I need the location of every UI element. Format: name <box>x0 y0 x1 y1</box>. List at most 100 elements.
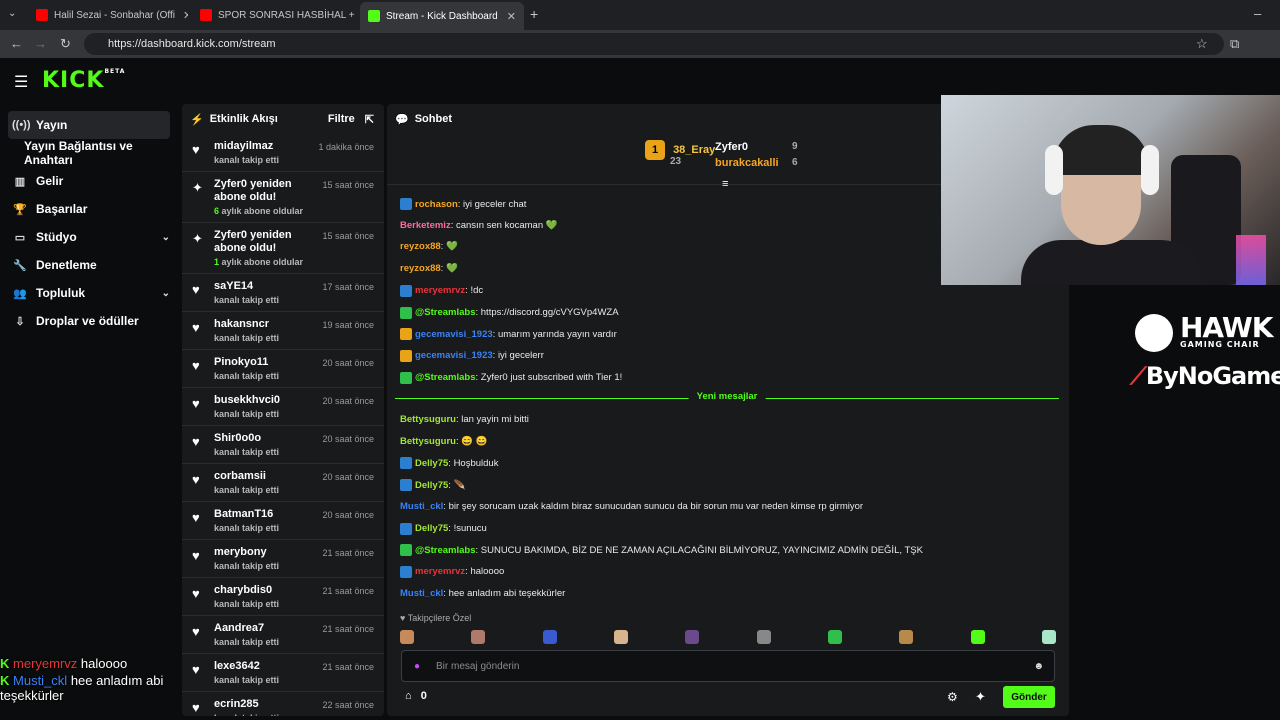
chat-message-input[interactable]: ● Bir mesaj gönderin ☻ <box>401 650 1055 682</box>
chat-message[interactable]: Delly75: !sunucu <box>400 522 487 535</box>
activity-item[interactable]: ✦ Zyfer0 yeniden abone oldu! 1 aylık abo… <box>182 223 384 274</box>
sidebar-item-gelir[interactable]: ▥ Gelir <box>8 167 170 195</box>
hamburger-menu-icon[interactable]: ☰ <box>14 72 28 92</box>
collapse-icon[interactable]: ≡ <box>722 178 728 190</box>
sidebar-item-basarilar[interactable]: 🏆 Başarılar <box>8 195 170 223</box>
activity-item[interactable]: ♥ charybdis0 kanalı takip etti 21 saat ö… <box>182 578 384 616</box>
chat-username[interactable]: meryemrvz <box>415 566 465 577</box>
activity-item[interactable]: ♥ midayilmaz kanalı takip etti 1 dakika … <box>182 134 384 172</box>
chat-message[interactable]: meryemrvz: !dc <box>400 284 483 297</box>
new-tab-icon[interactable]: + <box>530 6 538 22</box>
activity-item[interactable]: ♥ Aandrea7 kanalı takip etti 21 saat önc… <box>182 616 384 654</box>
chat-username[interactable]: Musti_ckl <box>400 501 443 512</box>
chat-username[interactable]: gecemavisi_1923 <box>415 350 493 361</box>
activity-item-name: ecrin285 <box>214 698 259 710</box>
activity-item[interactable]: ♥ saYE14 kanalı takip etti 17 saat önce <box>182 274 384 312</box>
activity-item[interactable]: ♥ Shir0o0o kanalı takip etti 20 saat önc… <box>182 426 384 464</box>
activity-item-time: 21 saat önce <box>322 548 374 558</box>
chat-message[interactable]: Delly75: 🪶 <box>400 479 465 492</box>
emote-icon[interactable] <box>899 630 914 644</box>
emoji-icon[interactable]: ☻ <box>1033 661 1044 672</box>
sidebar-item-topluluk[interactable]: 👥 Topluluk ⌄ <box>8 279 170 307</box>
activity-item[interactable]: ♥ lexe3642 kanalı takip etti 21 saat önc… <box>182 654 384 692</box>
chat-username[interactable]: Bettysuguru <box>400 436 456 447</box>
chat-message[interactable]: rochason: iyi geceler chat <box>400 198 526 210</box>
reload-icon[interactable]: ↻ <box>60 36 71 52</box>
sidebar-item-denetleme[interactable]: 🔧 Denetleme <box>8 251 170 279</box>
chat-message[interactable]: Musti_ckl: hee anladım abi teşekkürler <box>400 588 565 599</box>
emote-icon[interactable] <box>471 630 486 644</box>
chat-message[interactable]: @Streamlabs: Zyfer0 just subscribed with… <box>400 371 622 384</box>
chat-message[interactable]: Bettysuguru: lan yayin mi bitti <box>400 414 529 425</box>
close-icon[interactable]: ✕ <box>499 10 516 23</box>
emote-icon[interactable] <box>400 630 414 644</box>
sidebar-item-stream-key[interactable]: Yayın Bağlantısı ve Anahtarı <box>8 139 170 167</box>
chat-username[interactable]: @Streamlabs <box>415 372 475 383</box>
emote-icon[interactable] <box>1041 630 1056 644</box>
chat-message[interactable]: reyzox88: 💚 <box>400 263 458 274</box>
emote-icon[interactable] <box>756 630 771 644</box>
chat-username[interactable]: Musti_ckl <box>400 588 443 599</box>
chat-username[interactable]: reyzox88 <box>400 263 441 274</box>
chat-message[interactable]: gecemavisi_1923: umarım yarında yayın va… <box>400 328 617 341</box>
emote-icon[interactable] <box>542 630 557 644</box>
activity-item[interactable]: ♥ merybony kanalı takip etti 21 saat önc… <box>182 540 384 578</box>
chat-message[interactable]: Bettysuguru: 😄 😄 <box>400 436 488 447</box>
activity-item[interactable]: ♥ corbamsii kanalı takip etti 20 saat ön… <box>182 464 384 502</box>
activity-item[interactable]: ♥ Pinokyo11 kanalı takip etti 20 saat ön… <box>182 350 384 388</box>
chat-message[interactable]: @Streamlabs: SUNUCU BAKIMDA, BİZ DE NE Z… <box>400 544 923 557</box>
extensions-icon[interactable]: ⧉ <box>1230 36 1239 52</box>
send-button[interactable]: Gönder <box>1003 686 1055 708</box>
chat-username[interactable]: @Streamlabs <box>415 545 475 556</box>
url-input[interactable]: https://dashboard.kick.com/stream <box>84 33 1224 55</box>
kick-logo[interactable]: KICKBETA <box>42 68 125 93</box>
back-icon[interactable]: ← <box>10 36 23 51</box>
activity-item-time: 21 saat önce <box>322 586 374 596</box>
popout-icon[interactable]: ⇱ <box>365 113 374 126</box>
chat-message[interactable]: reyzox88: 💚 <box>400 241 458 252</box>
bookmark-star-icon[interactable]: ☆ <box>1196 36 1208 52</box>
close-icon[interactable]: ✕ <box>175 9 188 22</box>
settings-gear-icon[interactable]: ⚙ <box>947 690 958 704</box>
chat-message[interactable]: @Streamlabs: https://discord.gg/cVYGVp4W… <box>400 306 619 319</box>
minimize-icon[interactable]: – <box>1254 6 1261 21</box>
chat-username[interactable]: Bettysuguru <box>400 414 456 425</box>
forward-icon[interactable]: → <box>34 36 47 51</box>
chat-username[interactable]: Delly75 <box>415 480 448 491</box>
points-display[interactable]: ⌂ 0 <box>405 690 427 702</box>
tab-3[interactable]: Stream - Kick Dashboard ✕ <box>360 2 524 30</box>
chat-message[interactable]: gecemavisi_1923: iyi gecelerr <box>400 349 544 362</box>
activity-item-detail: kanalı takip etti <box>214 599 376 609</box>
emote-icon[interactable] <box>827 630 842 644</box>
chat-message[interactable]: Delly75: Hoşbulduk <box>400 457 498 470</box>
chat-message[interactable]: Berketemiz: cansın sen kocaman 💚 <box>400 220 558 231</box>
heart-icon: ♥ <box>192 142 200 157</box>
chat-message[interactable]: Musti_ckl: bir şey sorucam uzak kaldım b… <box>400 501 863 512</box>
emote-icon[interactable] <box>970 630 985 644</box>
chat-username[interactable]: Delly75 <box>415 523 448 534</box>
mic-icon[interactable]: ● <box>414 661 420 672</box>
activity-item[interactable]: ♥ BatmanT16 kanalı takip etti 20 saat ön… <box>182 502 384 540</box>
gift-icon[interactable]: ✦ <box>975 689 986 705</box>
chat-username[interactable]: gecemavisi_1923 <box>415 329 493 340</box>
sidebar-item-droplar[interactable]: ⇩ Droplar ve ödüller <box>8 307 170 335</box>
activity-item[interactable]: ♥ hakansncr kanalı takip etti 19 saat ön… <box>182 312 384 350</box>
chat-username[interactable]: rochason <box>415 199 458 210</box>
sidebar-item-studyo[interactable]: ▭ Stüdyo ⌄ <box>8 223 170 251</box>
tab-list-icon[interactable]: ⌄ <box>8 8 16 19</box>
emote-icon[interactable] <box>685 630 700 644</box>
activity-item[interactable]: ♥ busekkhvci0 kanalı takip etti 20 saat … <box>182 388 384 426</box>
tab-1[interactable]: Halil Sezai - Sonbahar (Offi ✕ <box>28 4 188 26</box>
sidebar-item-yayin[interactable]: ((•)) Yayın <box>8 111 170 139</box>
activity-item[interactable]: ✦ Zyfer0 yeniden abone oldu! 6 aylık abo… <box>182 172 384 223</box>
chat-username[interactable]: Delly75 <box>415 458 448 469</box>
filter-button[interactable]: Filtre <box>328 113 355 125</box>
activity-item[interactable]: ♥ ecrin285 kanalı takip etti 22 saat önc… <box>182 692 384 716</box>
chat-username[interactable]: Berketemiz <box>400 220 451 231</box>
tab-2[interactable]: SPOR SONRASI HASBİHAL + P ✕ <box>192 4 356 26</box>
chat-username[interactable]: reyzox88 <box>400 241 441 252</box>
emote-icon[interactable] <box>613 630 628 644</box>
chat-username[interactable]: @Streamlabs <box>415 307 475 318</box>
chat-message[interactable]: meryemrvz: haloooo <box>400 565 504 578</box>
chat-username[interactable]: meryemrvz <box>415 285 465 296</box>
